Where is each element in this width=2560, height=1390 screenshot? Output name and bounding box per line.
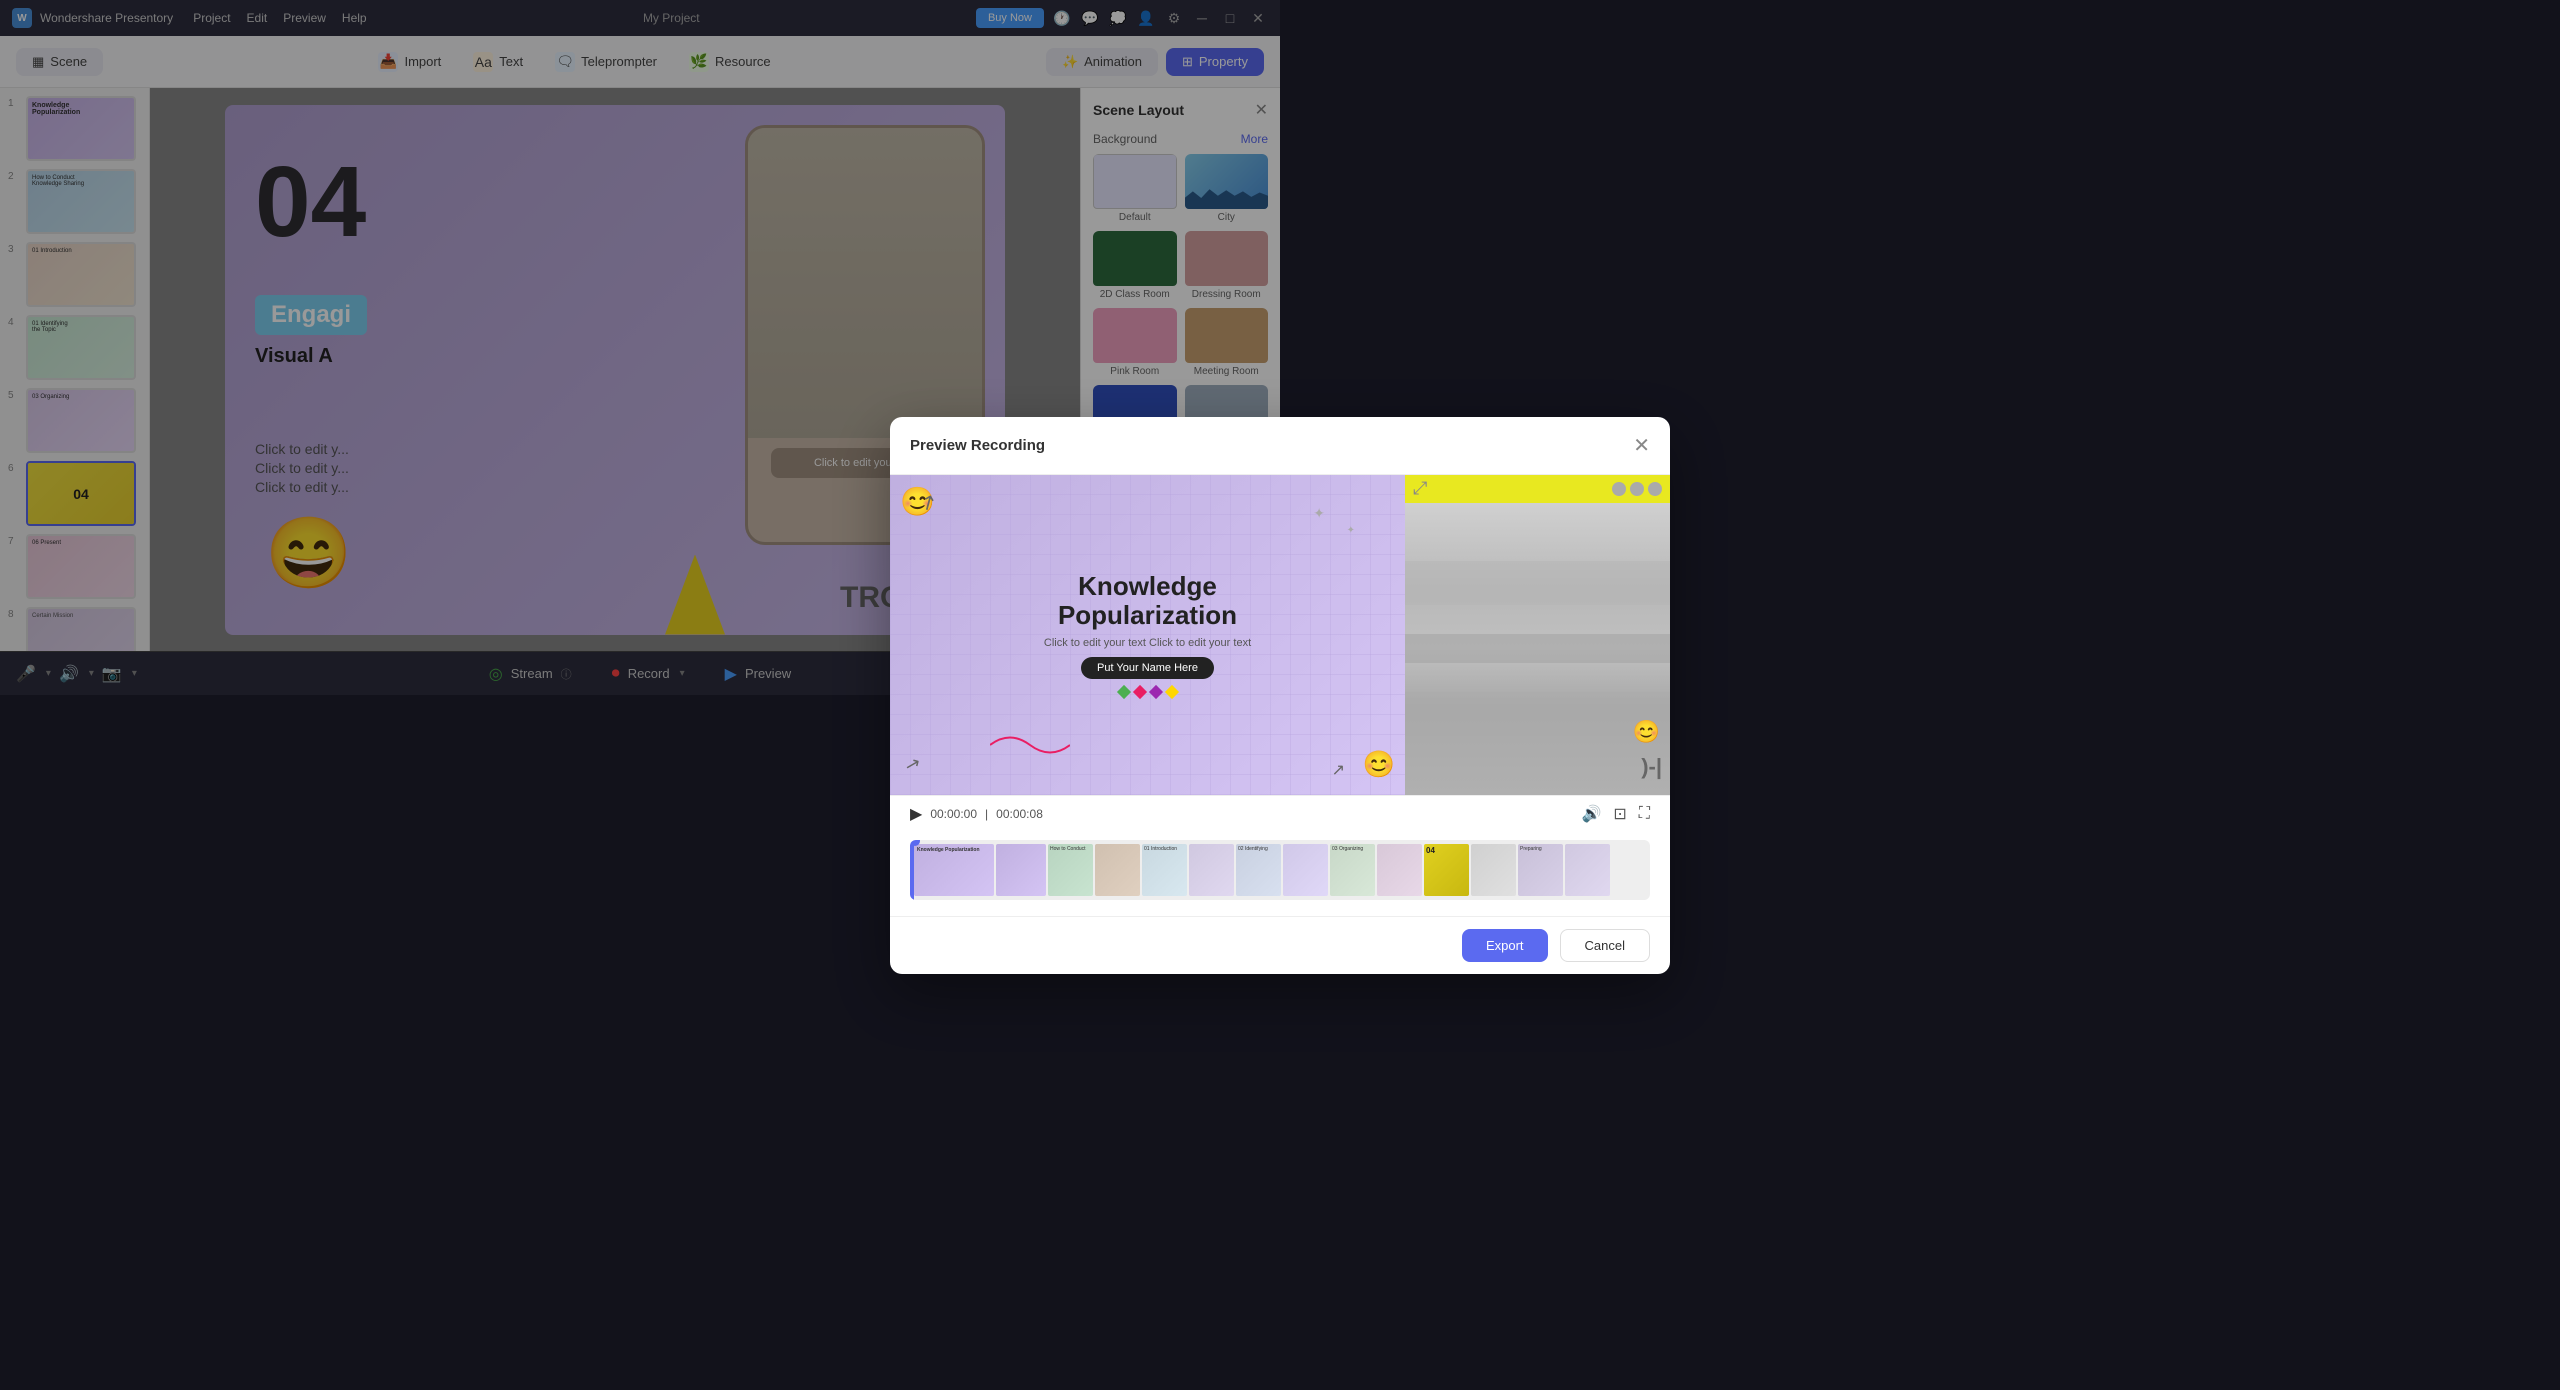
controls-bar: ▶ 00:00:00 | 00:00:08 🔊 ⊡ ⛶ [890,795,1670,832]
slide-subtitle: Click to edit your text Click to edit yo… [1044,637,1251,649]
slide-main-content: Knowledge Popularization Click to edit y… [1044,572,1251,697]
slide-preview: 😊 ✦ ✦ Knowledge Popularization Click to … [890,475,1405,795]
modal-header: Preview Recording ✕ [890,417,1670,475]
win-btn-1 [1612,482,1626,496]
timeline-area: Knowledge Popularization How to Conduct … [890,832,1670,916]
frame-5[interactable]: 01 Introduction [1142,844,1187,896]
modal-title: Preview Recording [910,437,1045,454]
frame-8[interactable] [1283,844,1328,896]
modal-overlay: Preview Recording ✕ 😊 ✦ ✦ Knowledge [0,0,2560,1390]
resize-icon: ⤢ [1413,478,1427,499]
frame-2[interactable] [996,844,1046,896]
modal-footer: Export Cancel [890,916,1670,974]
play-button[interactable]: ▶ [910,804,922,824]
win-btn-3 [1648,482,1662,496]
slide-name-btn: Put Your Name Here [1081,657,1214,679]
volume-icon[interactable]: 🔊 [1581,804,1601,824]
cam-band-1 [1405,561,1670,605]
webcam-preview: ⤢ 😊 [1405,475,1670,795]
webcam-window-bar: ⤢ [1405,475,1670,503]
timeline-track[interactable]: Knowledge Popularization How to Conduct … [910,840,1650,900]
export-button[interactable]: Export [1462,929,1548,962]
webcam-symbol: )-| [1641,754,1662,780]
time-total: 00:00:08 [996,807,1043,821]
timeline-progress [910,840,914,900]
webcam-emoji: 😊 [1633,719,1660,745]
frame-13[interactable]: Preparing [1518,844,1563,896]
webcam-feed [1405,503,1670,795]
diamond-1 [1116,685,1130,699]
win-btn-2 [1630,482,1644,496]
preview-area: 😊 ✦ ✦ Knowledge Popularization Click to … [890,475,1670,795]
cam-band-3 [1405,692,1670,736]
diamond-2 [1132,685,1146,699]
time-separator: | [985,807,988,821]
layout-icon[interactable]: ⊡ [1613,804,1626,824]
sparkle-1: ✦ [1313,505,1325,522]
frame-3[interactable]: How to Conduct [1048,844,1093,896]
frame-14[interactable] [1565,844,1610,896]
cancel-button[interactable]: Cancel [1560,929,1650,962]
cam-band-2 [1405,634,1670,663]
deco-arrow-3: ↗ [1332,760,1345,780]
slide-title-2: Popularization [1044,601,1251,630]
frame-7[interactable]: 02 Identifying [1236,844,1281,896]
diamond-3 [1148,685,1162,699]
frame-1[interactable]: Knowledge Popularization [914,844,994,896]
preview-content: 😊 ✦ ✦ Knowledge Popularization Click to … [890,475,1670,795]
playback-controls: ▶ 00:00:00 | 00:00:08 [910,804,1043,824]
slide-diamonds [1044,687,1251,697]
scribble-svg [990,725,1070,755]
time-current: 00:00:00 [930,807,977,821]
emoji-bottom-right: 😊 [1363,749,1395,780]
frame-11[interactable]: 04 [1424,844,1469,896]
frame-12[interactable] [1471,844,1516,896]
control-icons: 🔊 ⊡ ⛶ [1581,804,1650,824]
preview-recording-modal: Preview Recording ✕ 😊 ✦ ✦ Knowledge [890,417,1670,974]
modal-close-button[interactable]: ✕ [1633,433,1650,458]
slide-title-1: Knowledge [1044,572,1251,601]
frame-10[interactable] [1377,844,1422,896]
timeline-frames: Knowledge Popularization How to Conduct … [910,840,1614,900]
frame-6[interactable] [1189,844,1234,896]
diamond-4 [1164,685,1178,699]
frame-4[interactable] [1095,844,1140,896]
sparkle-2: ✦ [1347,525,1355,536]
frame-9[interactable]: 03 Organizing [1330,844,1375,896]
window-buttons [1612,482,1662,496]
fullscreen-icon[interactable]: ⛶ [1639,805,1650,823]
